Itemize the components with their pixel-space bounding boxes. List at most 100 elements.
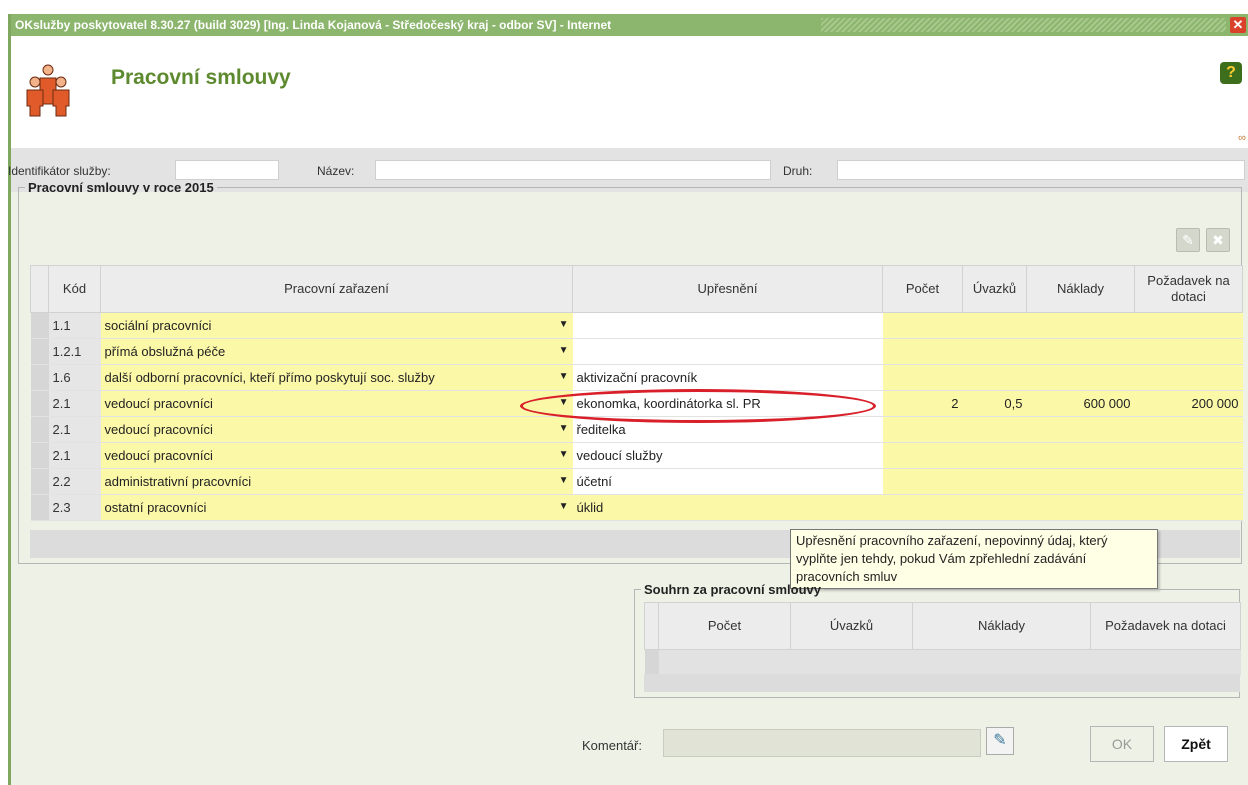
count-cell[interactable] [882,494,963,521]
summary-column-header: Úvazků [790,602,913,650]
subsidy-cell[interactable] [1134,312,1243,339]
add-row-icon[interactable]: ✎ [1176,228,1200,252]
summary-load-cell [790,649,913,676]
comment-field[interactable] [663,729,981,757]
load-cell[interactable] [962,312,1027,339]
count-cell[interactable] [882,442,963,469]
subsidy-cell[interactable] [1134,468,1243,495]
row-header[interactable] [30,494,49,521]
column-header[interactable]: Náklady [1026,265,1135,313]
load-cell[interactable] [962,468,1027,495]
table-row[interactable]: 1.2.1 přímá obslužná péče ▼ [30,338,1243,365]
title-bar-pattern [821,18,1226,32]
table-row[interactable]: 1.6 další odborní pracovníci, kteří přímo… [30,364,1243,391]
table-row[interactable]: 2.1 vedoucí pracovníci ▼ vedoucí služby [30,442,1243,469]
position-select[interactable]: administrativní pracovníci ▼ [100,468,573,495]
position-select[interactable]: sociální pracovníci ▼ [100,312,573,339]
dropdown-arrow-icon[interactable]: ▼ [559,371,569,382]
delete-row-icon[interactable]: ✖ [1206,228,1230,252]
row-header[interactable] [30,312,49,339]
dropdown-arrow-icon[interactable]: ▼ [559,423,569,434]
code-cell: 1.1 [48,312,101,339]
subsidy-cell[interactable]: 200 000 [1134,390,1243,417]
edit-comment-icon[interactable]: ✎ [986,727,1014,755]
row-header[interactable] [30,390,49,417]
costs-cell[interactable] [1026,442,1135,469]
table-row[interactable]: 2.3 ostatní pracovníci ▼ úklid [30,494,1243,521]
column-header[interactable]: Kód [48,265,101,313]
service-name-field[interactable] [375,160,771,180]
count-cell[interactable] [882,312,963,339]
costs-cell[interactable] [1026,364,1135,391]
service-id-field[interactable] [175,160,279,180]
title-bar: OKslužby poskytovatel 8.30.27 (build 302… [11,14,1248,36]
position-select[interactable]: další odborní pracovníci, kteří přímo po… [100,364,573,391]
service-type-field[interactable] [837,160,1245,180]
subsidy-cell[interactable] [1134,338,1243,365]
dropdown-arrow-icon[interactable]: ▼ [559,449,569,460]
count-cell[interactable] [882,468,963,495]
workers-group-icon [26,64,70,117]
column-header[interactable]: Počet [882,265,963,313]
load-cell[interactable] [962,494,1027,521]
dropdown-arrow-icon[interactable]: ▼ [559,345,569,356]
column-header[interactable]: Požadavek na dotaci [1134,265,1243,313]
table-row[interactable]: 1.1 sociální pracovníci ▼ [30,312,1243,339]
detail-input[interactable] [572,312,883,339]
column-header[interactable]: Upřesnění [572,265,883,313]
costs-cell[interactable] [1026,494,1135,521]
count-cell[interactable] [882,416,963,443]
row-header[interactable] [30,416,49,443]
help-icon[interactable]: ? [1220,62,1242,84]
ok-button[interactable]: OK [1090,726,1154,762]
detail-tooltip: Upřesnění pracovního zařazení, nepovinný… [790,529,1158,589]
costs-cell[interactable]: 600 000 [1026,390,1135,417]
load-cell[interactable] [962,442,1027,469]
position-select[interactable]: ostatní pracovníci ▼ [100,494,573,521]
back-button[interactable]: Zpět [1164,726,1228,762]
column-header[interactable]: Pracovní zařazení [100,265,573,313]
table-row[interactable]: 2.2 administrativní pracovníci ▼ účetní [30,468,1243,495]
subsidy-cell[interactable] [1134,416,1243,443]
row-header-corner [30,265,49,313]
dropdown-arrow-icon[interactable]: ▼ [559,319,569,330]
row-header[interactable] [30,338,49,365]
detail-input[interactable] [572,338,883,365]
position-select[interactable]: vedoucí pracovníci ▼ [100,442,573,469]
position-value: vedoucí pracovníci [104,422,213,437]
count-cell[interactable] [882,364,963,391]
redacted-area [111,110,541,144]
column-header[interactable]: Úvazků [962,265,1027,313]
dropdown-arrow-icon[interactable]: ▼ [559,501,569,512]
link-icon[interactable]: ∞ [1238,132,1246,144]
costs-cell[interactable] [1026,468,1135,495]
position-select[interactable]: přímá obslužná péče ▼ [100,338,573,365]
costs-cell[interactable] [1026,312,1135,339]
costs-cell[interactable] [1026,338,1135,365]
detail-input[interactable]: účetní [572,468,883,495]
row-header[interactable] [30,442,49,469]
load-cell[interactable] [962,338,1027,365]
costs-cell[interactable] [1026,416,1135,443]
close-icon[interactable]: ✕ [1230,17,1246,33]
service-name-label: Název: [317,164,355,178]
row-header[interactable] [30,468,49,495]
load-cell[interactable]: 0,5 [962,390,1027,417]
dropdown-arrow-icon[interactable]: ▼ [559,475,569,486]
detail-input[interactable]: úklid [572,494,883,521]
load-cell[interactable] [962,364,1027,391]
count-cell[interactable] [882,338,963,365]
count-cell[interactable]: 2 [882,390,963,417]
detail-input[interactable]: vedoucí služby [572,442,883,469]
subsidy-cell[interactable] [1134,494,1243,521]
subsidy-cell[interactable] [1134,442,1243,469]
row-header[interactable] [30,364,49,391]
load-cell[interactable] [962,416,1027,443]
subsidy-cell[interactable] [1134,364,1243,391]
position-select[interactable]: vedoucí pracovníci ▼ [100,390,573,417]
summary-header-row: Počet Úvazků Náklady Požadavek na dotaci [644,602,1241,650]
window-title: OKslužby poskytovatel 8.30.27 (build 302… [15,18,612,32]
detail-input[interactable]: aktivizační pracovník [572,364,883,391]
position-select[interactable]: vedoucí pracovníci ▼ [100,416,573,443]
service-id-label: Identifikátor služby: [8,164,111,178]
